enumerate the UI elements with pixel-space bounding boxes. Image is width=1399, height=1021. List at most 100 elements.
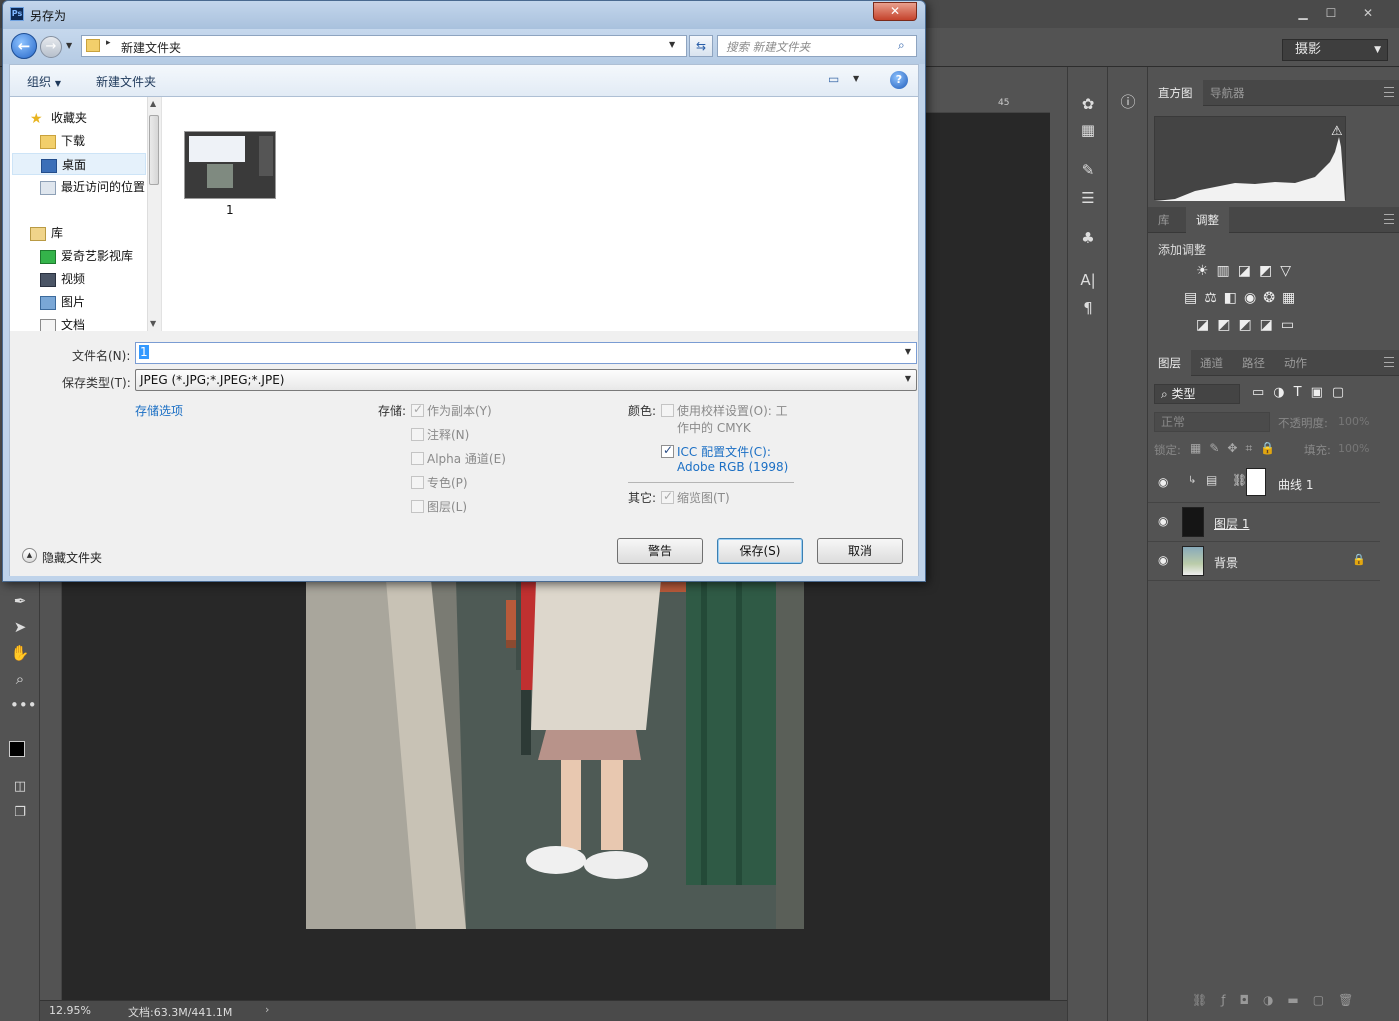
layer-row[interactable]: ◉ ↳ ▤ ⛓ 曲线 1 — [1148, 464, 1380, 503]
view-options-icon[interactable]: ▭ — [828, 72, 839, 86]
fill-value[interactable]: 100% — [1338, 442, 1369, 455]
search-input[interactable]: 搜索 新建文件夹 ⌕ — [717, 35, 917, 57]
tab-channels[interactable]: 通道 — [1190, 350, 1233, 376]
tab-library[interactable]: 库 — [1148, 207, 1180, 233]
quick-mask-icon[interactable]: ◫ — [10, 777, 30, 797]
layers-tabs: 图层 通道 路径 动作 — [1148, 350, 1399, 376]
nav-item-pictures[interactable]: 图片 — [40, 291, 85, 313]
icc-profile-checkbox[interactable] — [661, 443, 674, 458]
close-button[interactable]: ✕ — [873, 2, 917, 21]
new-folder-button[interactable]: 新建文件夹 — [96, 73, 156, 90]
screen-mode-icon[interactable]: ❐ — [10, 803, 30, 823]
filetype-select[interactable]: JPEG (*.JPG;*.JPEG;*.JPE) ▼ — [135, 369, 917, 391]
chevron-down-icon[interactable]: ▼ — [853, 74, 859, 83]
clone-source-icon[interactable]: ♣ — [1077, 227, 1099, 249]
thumbnail-checkbox[interactable] — [661, 489, 674, 504]
scroll-down-icon[interactable]: ▼ — [150, 319, 156, 328]
use-proof-checkbox[interactable] — [661, 404, 674, 417]
alpha-checkbox[interactable] — [411, 452, 424, 465]
adjustment-icons-row-1[interactable]: ☀▥◪◩▽ — [1196, 263, 1299, 279]
pen-tool-icon[interactable]: ✒ — [10, 591, 30, 611]
chevron-down-icon[interactable]: ▼ — [905, 374, 911, 383]
warning-button[interactable]: 警告 — [617, 538, 703, 564]
notes-checkbox[interactable] — [411, 428, 424, 441]
spot-checkbox[interactable] — [411, 476, 424, 489]
panel-menu-icon[interactable] — [1384, 214, 1394, 224]
layers-footer-icons[interactable]: ⛓ƒ◘◑▬▢🗑 — [1192, 993, 1367, 1007]
character-panel-icon[interactable]: A| — [1077, 269, 1099, 291]
history-dropdown-icon[interactable]: ▼ — [66, 41, 72, 50]
layers-checkbox[interactable] — [411, 500, 424, 513]
scroll-up-icon[interactable]: ▲ — [150, 99, 156, 108]
save-button[interactable]: 保存(S) — [717, 538, 803, 564]
use-proof-label-2: 作中的 CMYK — [677, 421, 751, 435]
tab-adjustments[interactable]: 调整 — [1186, 207, 1229, 233]
collapse-icon[interactable]: ▲ — [22, 548, 37, 563]
brush-panel-icon[interactable]: ✎ — [1077, 159, 1099, 181]
panel-menu-icon[interactable] — [1384, 357, 1394, 367]
tab-actions[interactable]: 动作 — [1274, 350, 1317, 376]
more-tools-icon[interactable]: ••• — [10, 695, 37, 715]
hide-folders-button[interactable]: 隐藏文件夹 — [42, 549, 102, 566]
maximize-icon[interactable]: ☐ — [1318, 4, 1344, 22]
save-options-link[interactable]: 存储选项 — [135, 402, 183, 419]
foreground-color-swatch[interactable] — [9, 741, 25, 757]
chevron-right-icon[interactable]: › — [265, 1003, 269, 1016]
navigation-pane: ★ 收藏夹 下载 桌面 最近访问的位置 库 爱奇艺影视库 视频 图片 文档 ▲ ▼ — [10, 97, 162, 331]
chevron-down-icon[interactable]: ▼ — [905, 347, 911, 356]
color-panel-icon[interactable]: ✿ — [1077, 93, 1099, 115]
address-bar[interactable]: ▸ 新建文件夹 ▼ — [81, 35, 687, 57]
hand-tool-icon[interactable]: ✋ — [10, 643, 30, 663]
file-thumbnail[interactable] — [184, 131, 276, 199]
swatches-panel-icon[interactable]: ▦ — [1077, 119, 1099, 141]
refresh-icon[interactable]: ⇆ — [689, 35, 713, 57]
nav-item-videos[interactable]: 视频 — [40, 268, 85, 290]
forward-button[interactable]: → — [40, 36, 62, 58]
blend-mode-select[interactable]: 正常 — [1154, 412, 1270, 432]
cancel-button[interactable]: 取消 — [817, 538, 903, 564]
minimize-icon[interactable]: ▁ — [1290, 4, 1316, 22]
eye-icon[interactable]: ◉ — [1158, 475, 1168, 489]
workspace-label: 摄影 — [1295, 42, 1322, 57]
nav-item-desktop[interactable]: 桌面 — [12, 153, 146, 175]
layer-filter-select[interactable]: ⌕ 类型 — [1154, 384, 1240, 404]
tab-layers[interactable]: 图层 — [1148, 350, 1191, 376]
nav-item-documents[interactable]: 文档 — [40, 314, 85, 331]
nav-item-iqiyi[interactable]: 爱奇艺影视库 — [40, 245, 133, 267]
as-copy-checkbox[interactable] — [411, 402, 424, 417]
layer-row[interactable]: ◉ 背景 🔒 — [1148, 542, 1380, 581]
file-name-label[interactable]: 1 — [226, 203, 234, 217]
nav-item-favorites[interactable]: ★ 收藏夹 — [30, 107, 87, 129]
chevron-down-icon[interactable]: ▼ — [669, 40, 675, 49]
adjustment-icons-row-2[interactable]: ▤⚖◧◉❂▦ — [1184, 290, 1302, 306]
layer-filter-icons[interactable]: ▭◑T▣▢ — [1252, 385, 1353, 400]
close-icon[interactable]: ✕ — [1355, 4, 1381, 22]
info-panel-icon[interactable]: ⓘ — [1117, 91, 1139, 113]
back-button[interactable]: ← — [11, 33, 37, 59]
filename-input[interactable]: 1 ▼ — [135, 342, 917, 364]
workspace-select[interactable]: 摄影 ▼ — [1282, 39, 1388, 61]
lock-icons[interactable]: ▦✎✥⌗🔒 — [1190, 441, 1283, 456]
zoom-tool-icon[interactable]: ⌕ — [10, 669, 30, 689]
scrollbar-thumb[interactable] — [149, 115, 159, 185]
eye-icon[interactable]: ◉ — [1158, 514, 1168, 528]
tab-histogram[interactable]: 直方图 — [1148, 80, 1203, 106]
eye-icon[interactable]: ◉ — [1158, 553, 1168, 567]
layer-row[interactable]: ◉ 图层 1 — [1148, 503, 1380, 542]
path-select-tool-icon[interactable]: ➤ — [10, 617, 30, 637]
nav-item-recent[interactable]: 最近访问的位置 — [40, 176, 145, 198]
help-icon[interactable]: ? — [890, 71, 908, 89]
panel-menu-icon[interactable] — [1384, 87, 1394, 97]
zoom-level[interactable]: 12.95% — [49, 1004, 91, 1017]
nav-scrollbar[interactable]: ▲ ▼ — [147, 97, 161, 331]
opacity-value[interactable]: 100% — [1338, 415, 1369, 428]
nav-item-libraries[interactable]: 库 — [30, 222, 63, 244]
tab-paths[interactable]: 路径 — [1232, 350, 1275, 376]
organize-button[interactable]: 组织 ▼ — [27, 73, 61, 90]
tab-navigator[interactable]: 导航器 — [1200, 80, 1255, 106]
adjustment-icons-row-3[interactable]: ◪◩◩◪▭ — [1196, 317, 1302, 333]
paragraph-panel-icon[interactable]: ¶ — [1077, 297, 1099, 319]
breadcrumb[interactable]: 新建文件夹 — [121, 39, 181, 56]
brush-settings-icon[interactable]: ☰ — [1077, 187, 1099, 209]
nav-item-downloads[interactable]: 下载 — [40, 130, 85, 152]
